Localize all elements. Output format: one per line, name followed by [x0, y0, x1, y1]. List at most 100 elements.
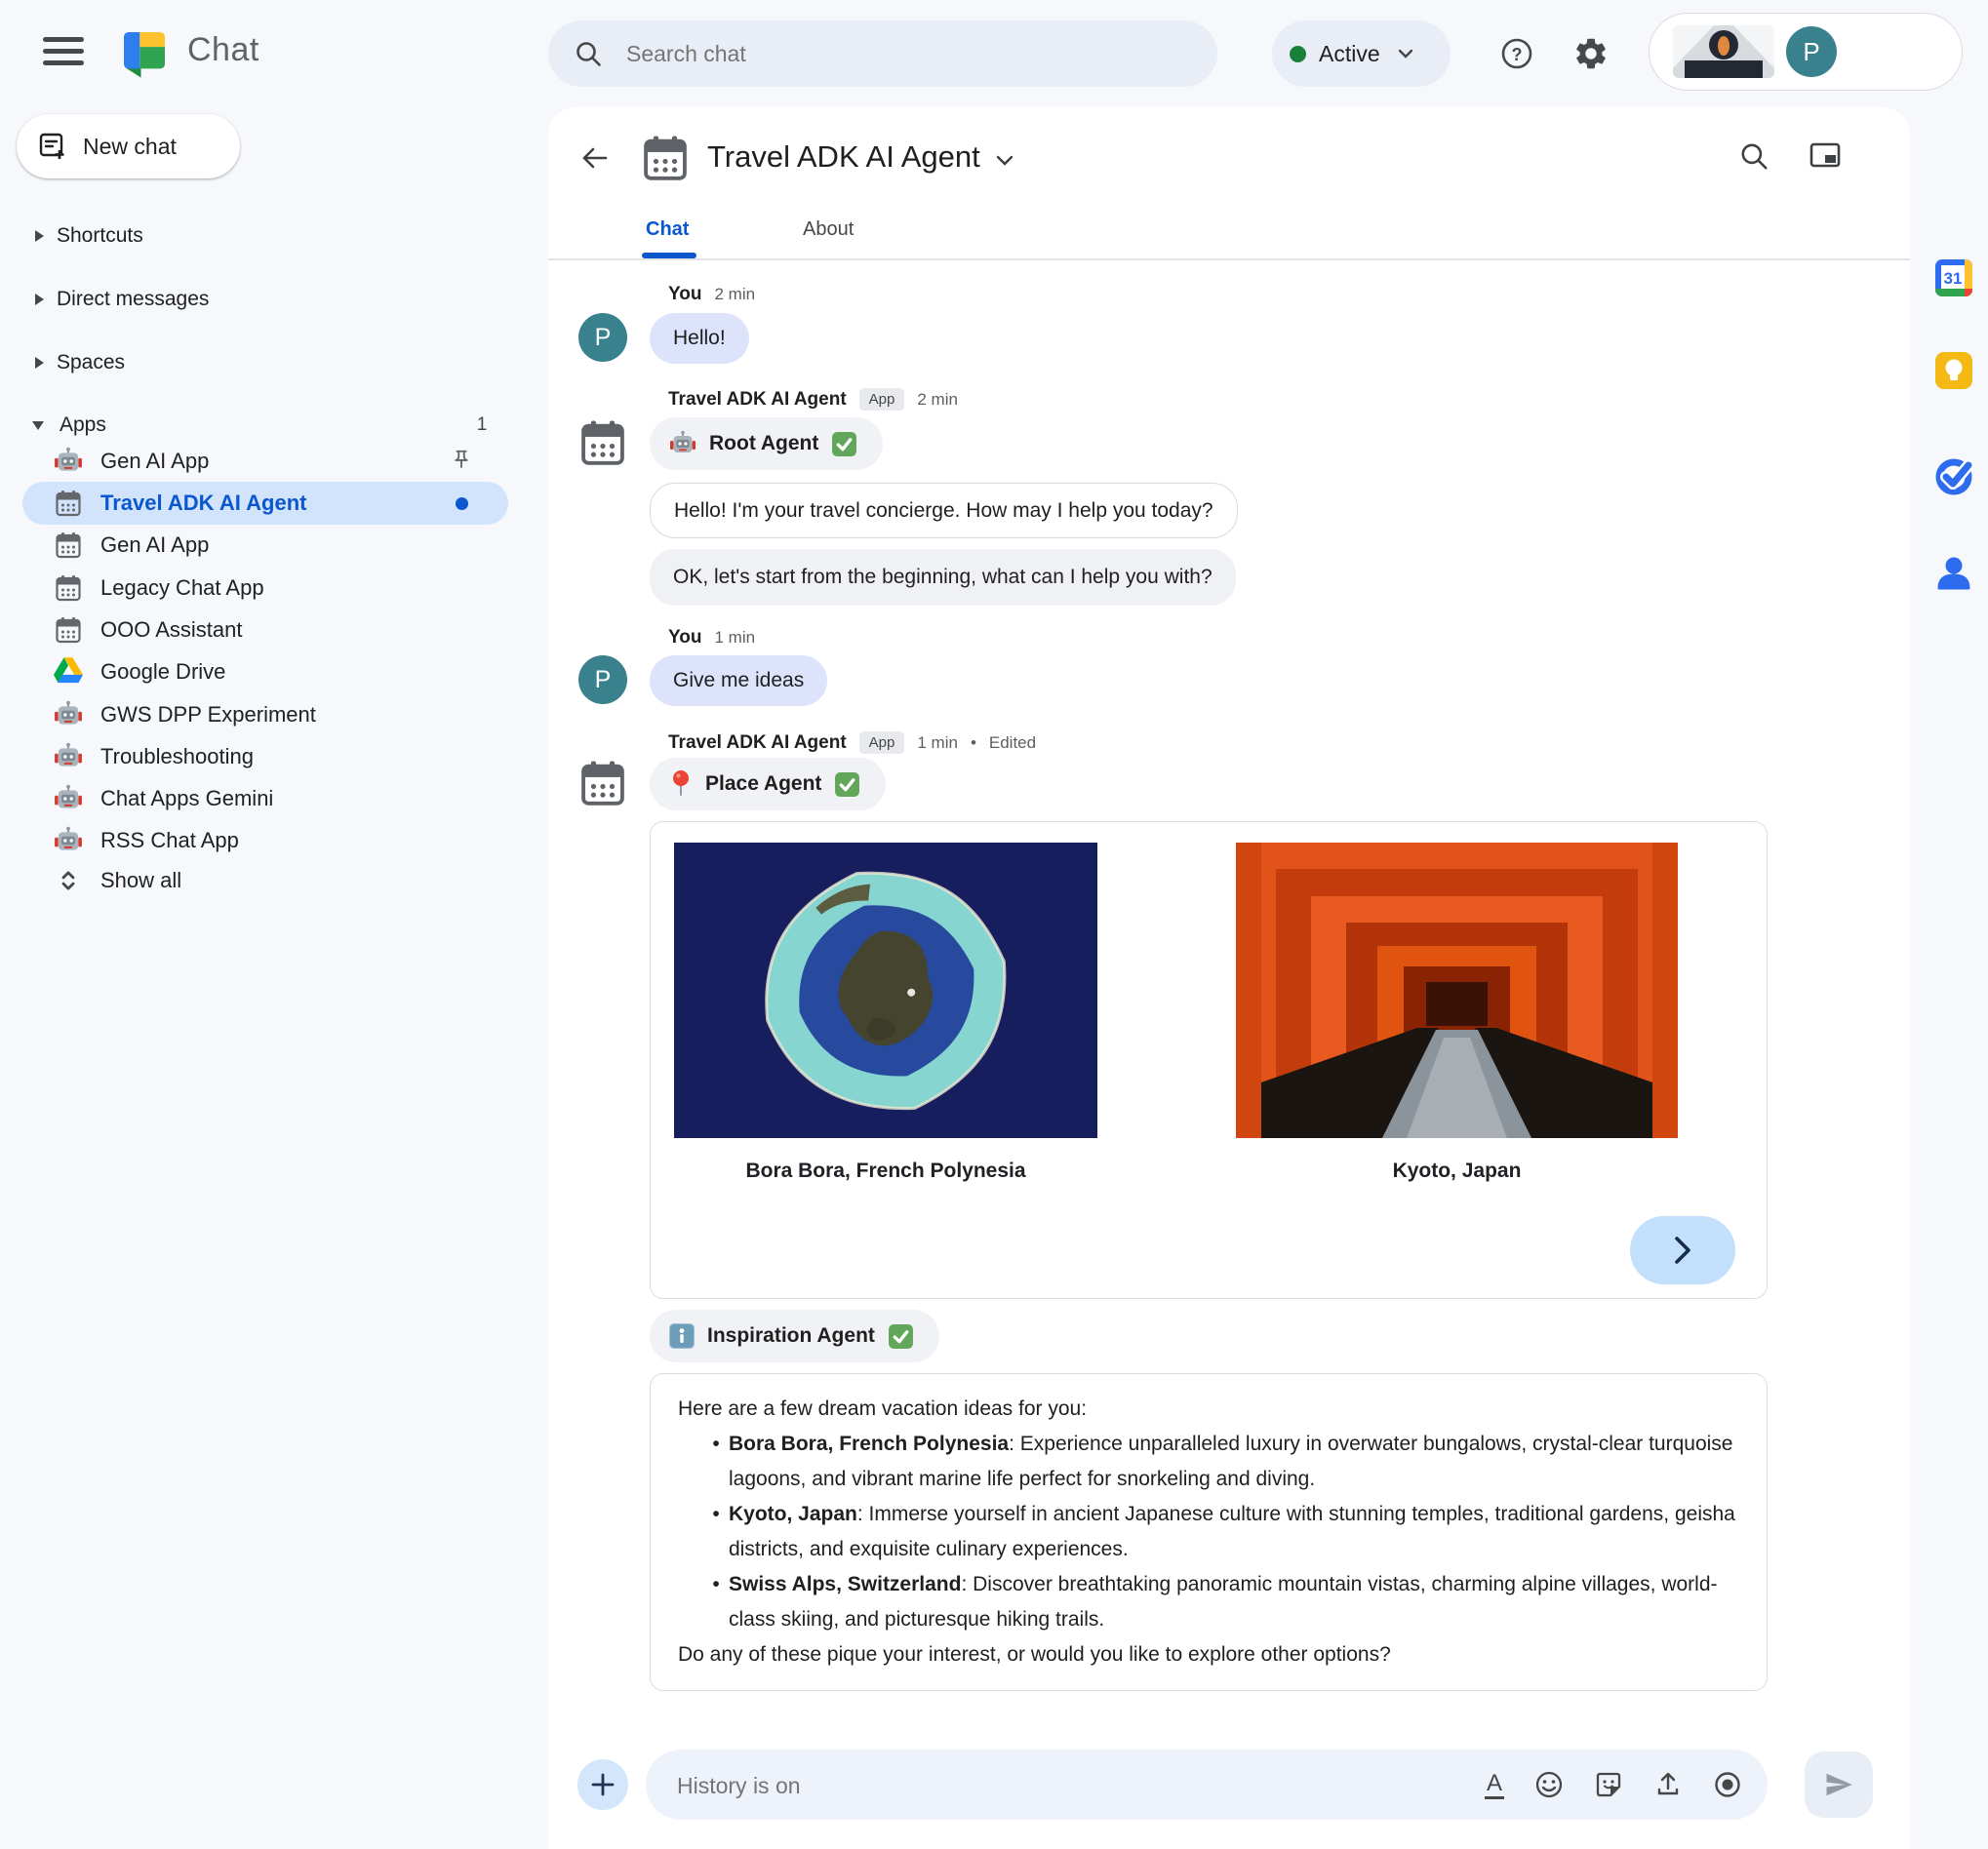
chat-panel: Travel ADK AI Agent Chat About You 2 min…	[548, 107, 1910, 1849]
search-in-conversation-icon[interactable]	[1738, 140, 1769, 172]
composer-tools: A	[1484, 1750, 1742, 1820]
tab-chat[interactable]: Chat	[646, 218, 689, 241]
google-contacts-icon[interactable]	[1931, 550, 1976, 595]
conversation-title[interactable]: Travel ADK AI Agent	[707, 139, 1015, 175]
search-chat-bar[interactable]	[548, 20, 1217, 87]
workspace-side-rail: 31	[1920, 107, 1988, 1849]
organization-avatar	[1673, 25, 1774, 78]
sidebar-section-direct-messages[interactable]: Direct messages	[0, 280, 507, 319]
emoji-icon[interactable]	[1534, 1770, 1564, 1799]
apps-unread-count: 1	[476, 414, 488, 435]
robot-icon	[54, 826, 83, 855]
message-header: You 2 min	[668, 284, 756, 304]
ideas-intro: Here are a few dream vacation ideas for …	[678, 1397, 1088, 1420]
main-menu-icon[interactable]	[43, 37, 84, 69]
upload-icon[interactable]	[1653, 1770, 1683, 1799]
list-item: • Kyoto, Japan: Immerse yourself in anci…	[712, 1503, 1735, 1560]
google-calendar-icon[interactable]: 31	[1931, 256, 1976, 300]
list-item: • Bora Bora, French Polynesia: Experienc…	[712, 1433, 1733, 1490]
sidebar-item-ooo-assistant[interactable]: OOO Assistant	[22, 609, 508, 651]
sidebar-item-gen-ai-app[interactable]: Gen AI App	[22, 440, 508, 483]
new-chat-icon	[39, 133, 64, 159]
text-format-icon[interactable]: A	[1484, 1770, 1504, 1799]
sidebar-item-travel-adk-ai-agent[interactable]: Travel ADK AI Agent	[22, 482, 508, 525]
left-sidebar: New chat Shortcuts Direct messages Space…	[0, 107, 546, 1849]
calendar-icon	[54, 573, 83, 603]
ideas-text-card: Here are a few dream vacation ideas for …	[650, 1373, 1768, 1691]
show-all-button[interactable]: Show all	[22, 859, 508, 902]
record-meet-icon[interactable]	[1713, 1770, 1742, 1799]
message-header: Travel ADK AI Agent App 2 min	[668, 388, 958, 411]
google-keep-icon[interactable]	[1931, 348, 1976, 393]
sidebar-section-apps[interactable]: Apps	[0, 406, 507, 445]
svg-text:31: 31	[1944, 269, 1963, 288]
sidebar-item-gen-ai-app-2[interactable]: Gen AI App	[22, 524, 508, 567]
calendar-icon	[54, 615, 83, 645]
sidebar-item-gws-dpp-experiment[interactable]: GWS DPP Experiment	[22, 693, 508, 736]
sidebar-item-troubleshooting[interactable]: Troubleshooting	[22, 735, 508, 778]
robot-icon	[54, 700, 83, 729]
sidebar-item-rss-chat-app[interactable]: RSS Chat App	[22, 819, 508, 862]
carousel-next-button[interactable]	[1630, 1216, 1735, 1284]
expand-right-icon	[35, 357, 44, 369]
sidebar-section-spaces[interactable]: Spaces	[0, 343, 507, 382]
robot-icon	[54, 742, 83, 771]
chevron-right-icon	[1675, 1237, 1690, 1264]
sidebar-item-google-drive[interactable]: Google Drive	[22, 650, 508, 693]
tab-about[interactable]: About	[803, 218, 854, 241]
help-icon[interactable]: ?	[1498, 35, 1535, 72]
status-selector[interactable]: Active	[1272, 20, 1451, 87]
svg-text:?: ?	[1512, 45, 1523, 64]
plus-icon	[591, 1773, 615, 1796]
info-icon	[669, 1323, 695, 1349]
message-input[interactable]	[675, 1750, 1440, 1822]
message-input-pill[interactable]: A	[646, 1750, 1768, 1822]
settings-gear-icon[interactable]	[1572, 35, 1610, 72]
agent-message-bubble: OK, let's start from the beginning, what…	[650, 549, 1236, 606]
place-image-kyoto[interactable]	[1236, 843, 1678, 1138]
message-composer: A	[548, 1750, 1910, 1822]
check-mark-icon	[831, 431, 857, 457]
inspiration-agent-chip: Inspiration Agent	[650, 1310, 939, 1362]
google-tasks-icon[interactable]	[1931, 453, 1976, 498]
new-chat-label: New chat	[83, 133, 177, 159]
chat-logo-icon[interactable]	[117, 25, 172, 80]
expand-right-icon	[35, 294, 44, 305]
pin-icon[interactable]	[450, 449, 473, 470]
add-attachment-button[interactable]	[577, 1759, 628, 1810]
avatar[interactable]: P	[578, 313, 627, 362]
avatar[interactable]: P	[578, 655, 627, 704]
agent-message-bubble: Hello! I'm your travel concierge. How ma…	[650, 483, 1238, 538]
send-icon	[1826, 1773, 1852, 1796]
send-button[interactable]	[1805, 1751, 1873, 1818]
account-pill[interactable]: P	[1649, 13, 1963, 91]
new-chat-button[interactable]: New chat	[17, 114, 240, 178]
chevron-down-icon	[1398, 49, 1412, 59]
open-in-split-view-icon[interactable]	[1809, 140, 1842, 170]
calendar-icon	[54, 489, 83, 518]
search-input[interactable]	[624, 39, 1135, 68]
back-arrow-icon[interactable]	[579, 143, 609, 173]
place-caption: Kyoto, Japan	[1392, 1160, 1522, 1182]
search-icon	[577, 42, 601, 66]
sidebar-item-legacy-chat-app[interactable]: Legacy Chat App	[22, 567, 508, 610]
app-badge: App	[858, 731, 905, 754]
map-pin-icon	[669, 769, 693, 799]
ideas-outro: Do any of these pique your interest, or …	[678, 1643, 1391, 1666]
sidebar-section-shortcuts[interactable]: Shortcuts	[0, 216, 507, 256]
sidebar-item-chat-apps-gemini[interactable]: Chat Apps Gemini	[22, 777, 508, 820]
active-status-dot-icon	[1290, 45, 1306, 62]
agent-calendar-avatar	[640, 133, 691, 183]
message-header: Travel ADK AI Agent App 1 min • Edited	[668, 731, 1037, 754]
places-carousel-card: Bora Bora, French Polynesia Kyoto, Japan	[650, 821, 1768, 1299]
page-title: Travel ADK AI Agent	[707, 139, 980, 174]
agent-calendar-avatar	[577, 417, 628, 468]
user-message-bubble: Hello!	[650, 313, 749, 364]
profile-avatar[interactable]: P	[1786, 26, 1837, 77]
top-bar: Chat Active ?	[0, 0, 1988, 107]
check-mark-icon	[834, 771, 860, 798]
place-image-bora-bora[interactable]	[674, 843, 1097, 1138]
sticker-icon[interactable]	[1594, 1770, 1623, 1799]
sort-arrows-icon	[54, 866, 83, 895]
chevron-down-icon	[996, 155, 1013, 166]
